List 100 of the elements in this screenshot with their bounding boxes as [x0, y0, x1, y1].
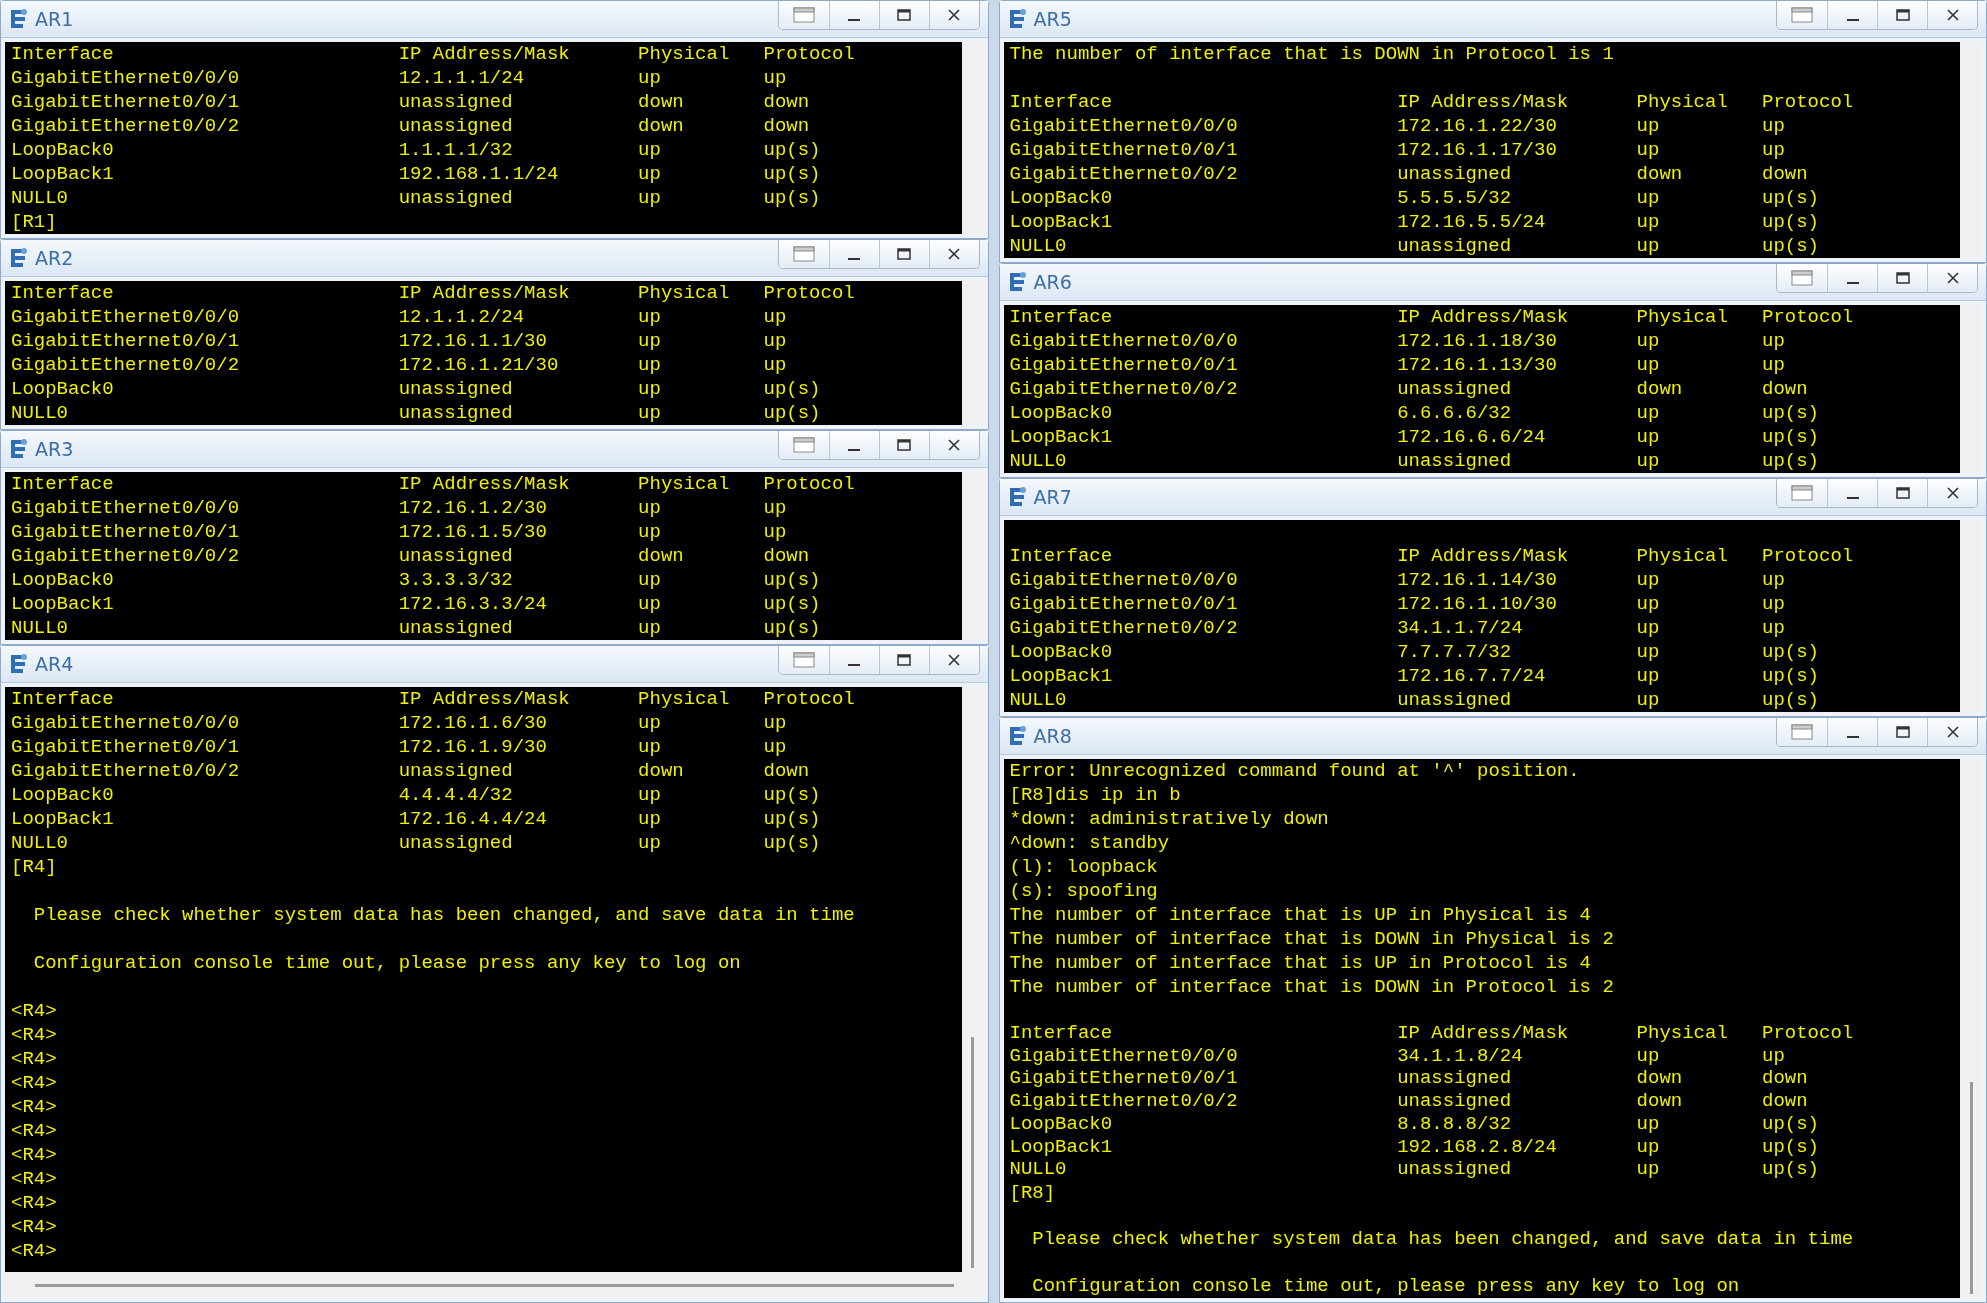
- terminal-text: Protocol: [1762, 1022, 1855, 1045]
- terminal-text: GigabitEthernet0/0/2: [11, 760, 241, 782]
- terminal-text: up: [1636, 1044, 1661, 1067]
- terminal-line: [R8]: [1009, 1180, 1057, 1205]
- close-icon: [948, 439, 960, 451]
- maximize-button[interactable]: [1877, 1, 1927, 29]
- terminal-text: up: [638, 521, 662, 543]
- tile-button[interactable]: [1777, 1, 1827, 29]
- terminal-text: 172.16.1.9/30: [398, 736, 548, 758]
- terminal-text: IP Address/Mask: [1397, 306, 1570, 328]
- scrollbar[interactable]: [1960, 305, 1982, 473]
- terminal-line: The number of interface that is DOWN in Protocol is 2: [1009, 975, 1615, 999]
- terminal-text: LoopBack0: [1009, 1112, 1114, 1135]
- terminal-text: 172.16.1.13/30: [1397, 354, 1558, 376]
- maximize-button[interactable]: [878, 1, 929, 29]
- terminal-text: LoopBack1: [1009, 665, 1114, 687]
- close-button[interactable]: [928, 431, 979, 459]
- close-button[interactable]: [1927, 264, 1977, 292]
- terminal-text: NULL0: [1009, 450, 1068, 472]
- terminal-text: down: [1636, 1090, 1684, 1113]
- terminal-text: down: [638, 115, 685, 137]
- maximize-icon: [897, 248, 911, 260]
- scrollbar[interactable]: [961, 281, 984, 425]
- terminal-text: up(s): [1762, 450, 1820, 472]
- terminal-text: up: [638, 378, 662, 400]
- close-button[interactable]: [1927, 718, 1977, 746]
- horizontal-scrollbar[interactable]: [5, 1272, 984, 1298]
- terminal-text: Protocol: [1762, 545, 1855, 567]
- scrollbar[interactable]: [961, 42, 984, 234]
- terminal-text: 34.1.1.7/24: [1397, 617, 1524, 639]
- terminal-text: up: [638, 808, 662, 830]
- terminal-text: LoopBack1: [11, 593, 115, 615]
- terminal-text: Protocol: [763, 282, 856, 304]
- terminal-text: unassigned: [1397, 235, 1513, 257]
- scrollbar[interactable]: [961, 472, 984, 640]
- terminal-text: Interface: [1009, 1022, 1114, 1045]
- terminal-text: 172.16.4.4/24: [398, 808, 548, 830]
- terminal-text: 172.16.1.22/30: [1397, 115, 1558, 137]
- terminal-text: down: [1762, 1090, 1809, 1113]
- scrollbar[interactable]: [1960, 42, 1982, 258]
- scrollbar[interactable]: [1960, 520, 1982, 712]
- terminal-text: up(s): [763, 378, 822, 400]
- terminal-text: 12.1.1.2/24: [398, 306, 526, 328]
- terminal-text: 172.16.6.6/24: [1397, 426, 1547, 448]
- terminal-text: unassigned: [1397, 1090, 1513, 1113]
- maximize-button[interactable]: [878, 646, 929, 674]
- tile-button[interactable]: [778, 646, 829, 674]
- terminal-text: up(s): [763, 832, 822, 854]
- close-button[interactable]: [928, 240, 979, 268]
- terminal-text: 172.16.1.14/30: [1397, 569, 1558, 591]
- terminal-text: GigabitEthernet0/0/1: [11, 736, 241, 758]
- window-title: AR1: [35, 8, 75, 30]
- close-button[interactable]: [1927, 479, 1977, 507]
- close-icon: [1946, 487, 1959, 499]
- tile-button[interactable]: [1777, 264, 1827, 292]
- maximize-button[interactable]: [878, 240, 929, 268]
- scrollbar[interactable]: [961, 687, 984, 1272]
- terminal-text: LoopBack1: [11, 808, 115, 830]
- close-button[interactable]: [928, 646, 979, 674]
- terminal-text: up(s): [763, 163, 822, 185]
- terminal-line: <R4>: [11, 1119, 58, 1143]
- terminal-text: GigabitEthernet0/0/1: [11, 91, 241, 113]
- terminal-text: up(s): [1762, 235, 1820, 257]
- terminal-text: IP Address/Mask: [398, 43, 571, 65]
- tile-button[interactable]: [778, 1, 829, 29]
- terminal-text: NULL0: [11, 402, 69, 424]
- terminal-text: NULL0: [1009, 1158, 1068, 1181]
- tile-button[interactable]: [1777, 718, 1827, 746]
- maximize-button[interactable]: [1877, 264, 1927, 292]
- terminal-text: 4.4.4.4/32: [398, 784, 514, 806]
- window-title: AR5: [1033, 8, 1073, 30]
- terminal-text: Physical: [638, 688, 731, 710]
- terminal-text: up: [638, 330, 662, 352]
- terminal-text: IP Address/Mask: [1397, 91, 1570, 113]
- terminal-text: 34.1.1.8/24: [1397, 1044, 1524, 1067]
- tile-button[interactable]: [778, 431, 829, 459]
- terminal-line: ^down: standby: [1009, 831, 1171, 855]
- terminal-text: GigabitEthernet0/0/1: [11, 521, 241, 543]
- scrollbar[interactable]: [1960, 759, 1982, 1298]
- close-button[interactable]: [1927, 1, 1977, 29]
- terminal-text: unassigned: [1397, 378, 1513, 400]
- terminal-text: NULL0: [1009, 235, 1068, 257]
- terminal-text: 8.8.8.8/32: [1397, 1112, 1513, 1135]
- maximize-button[interactable]: [878, 431, 929, 459]
- terminal-text: LoopBack0: [1009, 187, 1114, 209]
- terminal-text: Protocol: [763, 688, 856, 710]
- terminal-text: up: [638, 163, 662, 185]
- terminal-text: unassigned: [398, 402, 514, 424]
- terminal-text: GigabitEthernet0/0/1: [1009, 1067, 1239, 1090]
- tile-button[interactable]: [778, 240, 829, 268]
- terminal-text: up: [638, 593, 662, 615]
- close-button[interactable]: [928, 1, 979, 29]
- terminal-text: Physical: [638, 43, 731, 65]
- maximize-button[interactable]: [1877, 479, 1927, 507]
- maximize-button[interactable]: [1877, 718, 1927, 746]
- tile-button[interactable]: [1777, 479, 1827, 507]
- terminal-line: <R4>: [11, 1095, 58, 1119]
- terminal-text: down: [1636, 163, 1684, 185]
- terminal-line: The number of interface that is DOWN in Physical is 2: [1009, 927, 1615, 951]
- terminal-text: up(s): [763, 617, 822, 639]
